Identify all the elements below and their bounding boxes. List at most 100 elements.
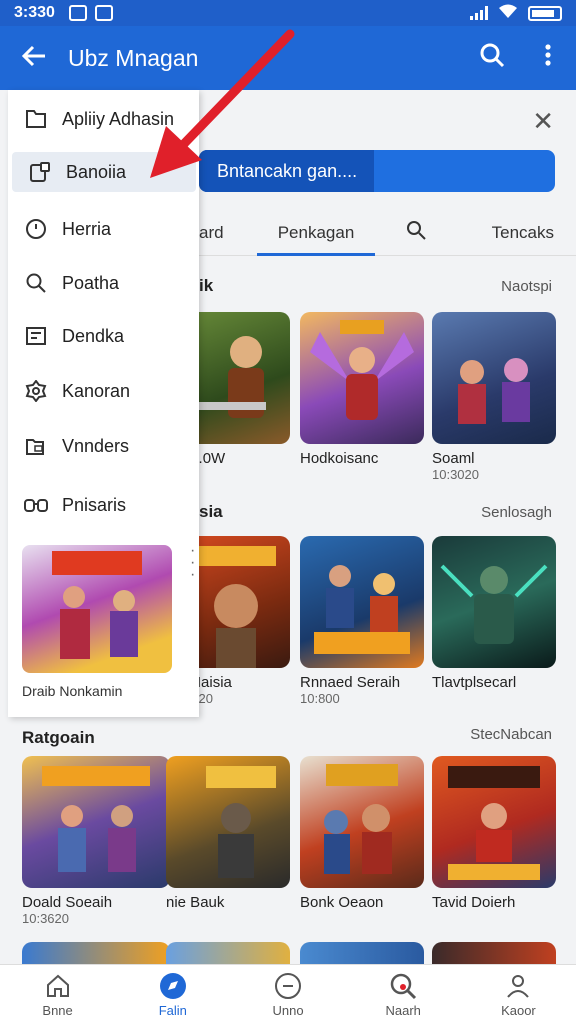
game-title: Bonk Oeaon [300, 894, 384, 911]
navigation-drawer: Apliiy Adhasin Banoiia Herria Poatha Den… [8, 90, 199, 717]
drawer-item-label: Dendka [62, 325, 125, 346]
game-title: Doald Soeaih [22, 894, 113, 911]
game-card[interactable]: Rnnaed Seraih 10:800 [300, 536, 424, 706]
game-title: nie Bauk [166, 894, 225, 911]
back-arrow-icon[interactable] [0, 41, 68, 75]
nav-item-unno[interactable]: Unno [230, 965, 345, 1024]
more-vert-icon[interactable] [520, 43, 576, 74]
game-title: Tavid Doierh [432, 894, 516, 911]
battery-icon [528, 5, 562, 21]
tab-search-icon[interactable] [375, 220, 457, 246]
folder-icon [24, 107, 48, 131]
game-thumbnail [300, 312, 424, 444]
game-thumbnail [166, 756, 290, 888]
drawer-item-label: Kanoran [62, 380, 131, 401]
compass-icon [158, 971, 188, 1001]
nav-label: Unno [272, 1003, 304, 1018]
search-icon[interactable] [464, 42, 520, 75]
game-meta: 10:800 [300, 691, 340, 706]
close-icon[interactable]: ✕ [532, 106, 554, 137]
game-thumbnail[interactable] [166, 942, 290, 964]
game-title: Soaml [432, 450, 475, 467]
game-card[interactable]: Tlavtplsecarl [432, 536, 556, 691]
wifi-icon [498, 3, 518, 24]
drawer-item-label: Herria [62, 218, 112, 239]
media-icon [94, 5, 113, 21]
drawer-item-herria[interactable]: Herria [8, 209, 199, 249]
game-card[interactable]: Soaml 10:3020 [432, 312, 556, 482]
drawer-item-label: Banoiia [66, 161, 127, 182]
nav-label: Naarh [385, 1003, 421, 1018]
section-link[interactable]: Senlosagh [481, 504, 552, 521]
clock-icon [24, 217, 48, 241]
nav-label: Kaoor [501, 1003, 536, 1018]
drawer-item-vnnders[interactable]: Vnnders [8, 426, 199, 466]
section-title: ik [199, 276, 214, 295]
tab-penkagan[interactable]: Penkagan [257, 210, 375, 256]
nav-label: Falin [158, 1003, 187, 1018]
search-badge-icon [388, 971, 418, 1001]
search-input[interactable]: Bntancakn gan.... [199, 150, 555, 192]
game-thumbnail [300, 756, 424, 888]
circle-icon [273, 971, 303, 1001]
game-card[interactable]: Bonk Oeaon [300, 756, 424, 911]
drawer-item-label: Pnisaris [62, 494, 127, 515]
tab-tencaks[interactable]: Tencaks [457, 223, 576, 243]
drawer-item-dendka[interactable]: Dendka [8, 316, 199, 356]
game-thumbnail [432, 312, 556, 444]
status-time: 3:330 [14, 4, 55, 21]
game-thumbnail [432, 536, 556, 668]
card-icon [24, 324, 48, 348]
nav-item-falin[interactable]: Falin [115, 965, 230, 1024]
drawer-item-label: Poatha [62, 272, 120, 293]
game-thumbnail [432, 756, 556, 888]
drawer-item-poatha[interactable]: Poatha [8, 263, 199, 303]
section-title: sia [199, 502, 223, 521]
section-title: Ratgoain [22, 728, 95, 747]
app-title: Ubz Mnagan [68, 44, 199, 71]
game-card[interactable]: Doald Soeaih 10:3620 [22, 756, 170, 926]
promo-caption: Draib Nonkamin [22, 683, 123, 699]
glasses-icon [24, 493, 48, 517]
nav-item-bnne[interactable]: Bnne [0, 965, 115, 1024]
promo-thumbnail [22, 545, 172, 673]
tablet-icon [28, 160, 52, 184]
notification-icon [68, 5, 87, 21]
app-bar: Ubz Mnagan [0, 26, 576, 90]
search-icon [24, 271, 48, 295]
person-icon [503, 971, 533, 1001]
game-title: Hodkoisanc [300, 450, 379, 467]
nav-item-kaoor[interactable]: Kaoor [461, 965, 576, 1024]
signal-icon [470, 6, 488, 20]
status-bar: 3:330 [0, 0, 576, 26]
drawer-item-apliiy-adhasin[interactable]: Apliiy Adhasin [8, 99, 199, 139]
game-thumbnail[interactable] [300, 942, 424, 964]
drawer-promo-card[interactable]: Draib Nonkamin [22, 545, 172, 699]
drawer-item-label: Apliiy Adhasin [62, 108, 175, 129]
game-card[interactable]: nie Bauk [166, 756, 290, 911]
game-meta: 10:3620 [22, 911, 69, 926]
drawer-item-pnisaris[interactable]: Pnisaris [8, 485, 199, 525]
tab-bar: ard Penkagan Tencaks [199, 210, 576, 256]
section-link[interactable]: Naotspi [501, 278, 552, 295]
drawer-item-kanoran[interactable]: Kanoran [8, 371, 199, 411]
nav-label: Bnne [42, 1003, 73, 1018]
nav-item-naarh[interactable]: Naarh [346, 965, 461, 1024]
bottom-navigation: Bnne Falin Unno Naarh Kaoor [0, 964, 576, 1024]
search-placeholder: Bntancakn gan.... [217, 160, 358, 181]
more-vert-icon[interactable]: · · · [190, 543, 195, 583]
game-meta: 10:3020 [432, 467, 479, 482]
drawer-item-banoiia[interactable]: Banoiia [12, 152, 196, 192]
game-card[interactable]: Tavid Doierh [432, 756, 556, 911]
tab-partial[interactable]: ard [199, 223, 257, 243]
game-card[interactable]: Hodkoisanc [300, 312, 424, 467]
gear-icon [24, 379, 48, 403]
game-thumbnail[interactable] [432, 942, 556, 964]
home-icon [43, 971, 73, 1001]
game-title: Rnnaed Seraih [300, 674, 401, 691]
game-thumbnail [300, 536, 424, 668]
section-link[interactable]: StecNabcan [470, 726, 552, 743]
game-thumbnail [22, 756, 170, 888]
drawer-item-label: Vnnders [62, 435, 130, 456]
game-thumbnail[interactable] [22, 942, 170, 964]
